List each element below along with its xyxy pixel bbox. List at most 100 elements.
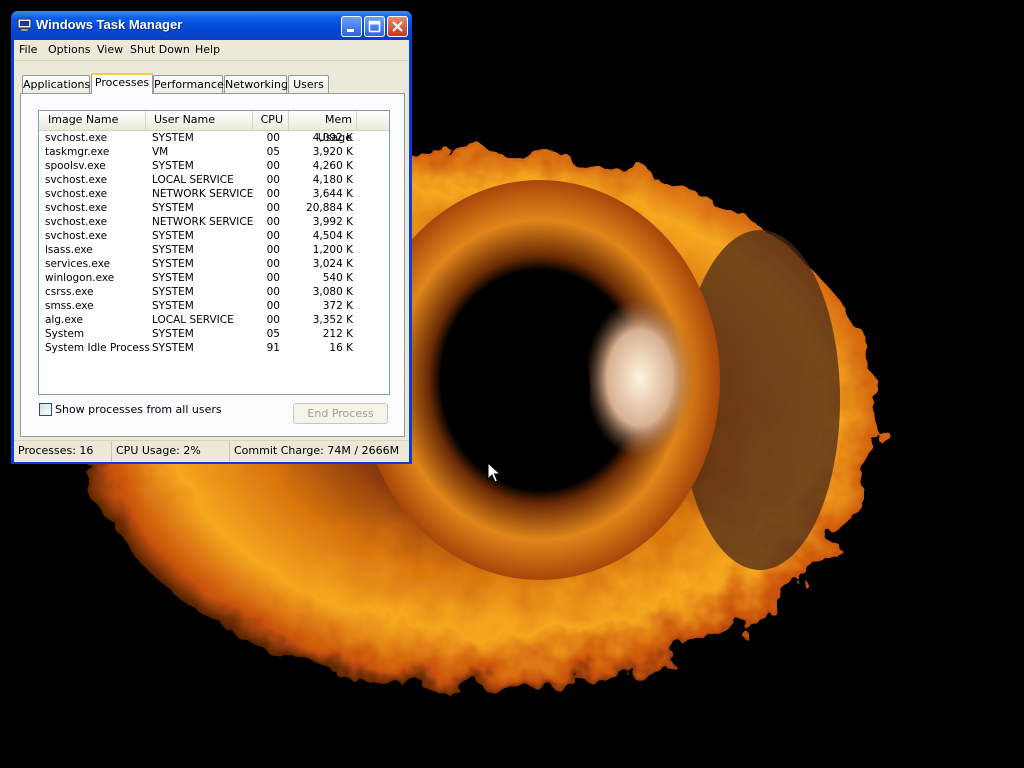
process-rows: svchost.exe SYSTEM 00 4,092 K taskmgr.exe VM 0… (39, 131, 389, 355)
table-row[interactable]: System SYSTEM 05 212 K (39, 327, 389, 341)
cell-user-name: NETWORK SERVICE (152, 188, 254, 200)
table-row[interactable]: services.exe SYSTEM 00 3,024 K (39, 257, 389, 271)
cell-mem-usage: 3,644 K (312, 188, 353, 200)
cell-cpu: 05 (266, 328, 280, 340)
table-row[interactable]: alg.exe LOCAL SERVICE 00 3,352 K (39, 313, 389, 327)
cell-mem-usage: 3,992 K (312, 216, 353, 228)
cell-cpu: 00 (266, 216, 280, 228)
cell-mem-usage: 540 K (322, 272, 353, 284)
cell-image-name: spoolsv.exe (45, 160, 106, 172)
cell-mem-usage: 16 K (329, 342, 353, 354)
cell-cpu: 00 (266, 188, 280, 200)
tab-users[interactable]: Users (288, 75, 329, 93)
window-client-area: File Options View Shut Down Help Applica… (14, 40, 409, 462)
table-row[interactable]: smss.exe SYSTEM 00 372 K (39, 299, 389, 313)
cell-image-name: taskmgr.exe (45, 146, 110, 158)
checkbox[interactable] (39, 403, 52, 416)
minimize-icon (347, 29, 354, 32)
cell-user-name: SYSTEM (152, 202, 194, 214)
maximize-icon (368, 20, 381, 33)
cell-user-name: SYSTEM (152, 160, 194, 172)
menu-view[interactable]: View (97, 43, 123, 56)
table-row[interactable]: svchost.exe SYSTEM 00 4,504 K (39, 229, 389, 243)
cell-image-name: winlogon.exe (45, 272, 115, 284)
process-list-header: Image Name User Name CPU Mem Usage (39, 111, 389, 144)
table-row[interactable]: svchost.exe NETWORK SERVICE 00 3,992 K (39, 215, 389, 229)
cell-cpu: 00 (266, 160, 280, 172)
table-row[interactable]: System Idle Process SYSTEM 91 16 K (39, 341, 389, 355)
tab-applications[interactable]: Applications (22, 75, 90, 93)
cell-mem-usage: 3,024 K (312, 258, 353, 270)
cell-mem-usage: 4,180 K (312, 174, 353, 186)
table-row[interactable]: lsass.exe SYSTEM 00 1,200 K (39, 243, 389, 257)
status-cpu-usage: CPU Usage: 2% (112, 441, 230, 462)
cell-user-name: SYSTEM (152, 258, 194, 270)
menu-help[interactable]: Help (195, 43, 220, 56)
column-user-name[interactable]: User Name (146, 111, 253, 130)
cell-image-name: svchost.exe (45, 188, 108, 200)
cell-user-name: SYSTEM (152, 286, 194, 298)
column-mem-usage[interactable]: Mem Usage (289, 111, 357, 144)
menu-bar: File Options View Shut Down Help (14, 40, 409, 61)
cell-cpu: 00 (266, 132, 280, 144)
cell-image-name: csrss.exe (45, 286, 94, 298)
table-row[interactable]: spoolsv.exe SYSTEM 00 4,260 K (39, 159, 389, 173)
cell-user-name: SYSTEM (152, 132, 194, 144)
cell-user-name: SYSTEM (152, 272, 194, 284)
cell-image-name: svchost.exe (45, 230, 108, 242)
cell-user-name: SYSTEM (152, 328, 194, 340)
cell-mem-usage: 4,092 K (312, 132, 353, 144)
cell-user-name: LOCAL SERVICE (152, 314, 234, 326)
cell-cpu: 00 (266, 286, 280, 298)
table-row[interactable]: csrss.exe SYSTEM 00 3,080 K (39, 285, 389, 299)
cell-image-name: lsass.exe (45, 244, 93, 256)
cell-mem-usage: 212 K (322, 328, 353, 340)
process-list[interactable]: Image Name User Name CPU Mem Usage svcho… (38, 110, 390, 395)
cell-mem-usage: 4,260 K (312, 160, 353, 172)
cell-mem-usage: 3,920 K (312, 146, 353, 158)
cell-cpu: 05 (266, 146, 280, 158)
close-icon (392, 21, 403, 32)
close-button[interactable] (387, 16, 408, 37)
processes-panel: Image Name User Name CPU Mem Usage svcho… (20, 93, 405, 437)
status-bar: Processes: 16 CPU Usage: 2% Commit Charg… (14, 440, 409, 462)
cell-cpu: 00 (266, 272, 280, 284)
cell-user-name: SYSTEM (152, 300, 194, 312)
column-cpu[interactable]: CPU (253, 111, 289, 130)
table-row[interactable]: svchost.exe LOCAL SERVICE 00 4,180 K (39, 173, 389, 187)
menu-file[interactable]: File (19, 43, 37, 56)
table-row[interactable]: svchost.exe SYSTEM 00 20,884 K (39, 201, 389, 215)
tab-networking[interactable]: Networking (224, 75, 288, 93)
maximize-button[interactable] (364, 16, 385, 37)
cell-user-name: SYSTEM (152, 230, 194, 242)
cell-user-name: NETWORK SERVICE (152, 216, 254, 228)
end-process-button[interactable]: End Process (293, 403, 388, 424)
menu-options[interactable]: Options (48, 43, 90, 56)
cell-mem-usage: 4,504 K (312, 230, 353, 242)
cell-cpu: 00 (266, 258, 280, 270)
cell-cpu: 00 (266, 244, 280, 256)
table-row[interactable]: taskmgr.exe VM 05 3,920 K (39, 145, 389, 159)
minimize-button[interactable] (341, 16, 362, 37)
show-all-processes-label: Show processes from all users (55, 403, 222, 416)
table-row[interactable]: winlogon.exe SYSTEM 00 540 K (39, 271, 389, 285)
cell-user-name: SYSTEM (152, 244, 194, 256)
status-commit-charge: Commit Charge: 74M / 2666M (234, 444, 400, 457)
cell-image-name: smss.exe (45, 300, 94, 312)
status-process-count: Processes: 16 (14, 441, 112, 462)
cell-mem-usage: 372 K (322, 300, 353, 312)
cell-mem-usage: 3,352 K (312, 314, 353, 326)
cell-image-name: System (45, 328, 85, 340)
column-image-name[interactable]: Image Name (39, 111, 146, 130)
menu-shut-down[interactable]: Shut Down (130, 43, 190, 56)
cell-image-name: svchost.exe (45, 174, 108, 186)
table-row[interactable]: svchost.exe NETWORK SERVICE 00 3,644 K (39, 187, 389, 201)
tab-processes[interactable]: Processes (91, 73, 153, 94)
cell-image-name: alg.exe (45, 314, 83, 326)
tab-performance[interactable]: Performance (153, 75, 224, 93)
cell-mem-usage: 1,200 K (312, 244, 353, 256)
cell-mem-usage: 3,080 K (312, 286, 353, 298)
table-row[interactable]: svchost.exe SYSTEM 00 4,092 K (39, 131, 389, 145)
title-bar[interactable]: Windows Task Manager (11, 11, 412, 40)
cell-image-name: svchost.exe (45, 216, 108, 228)
